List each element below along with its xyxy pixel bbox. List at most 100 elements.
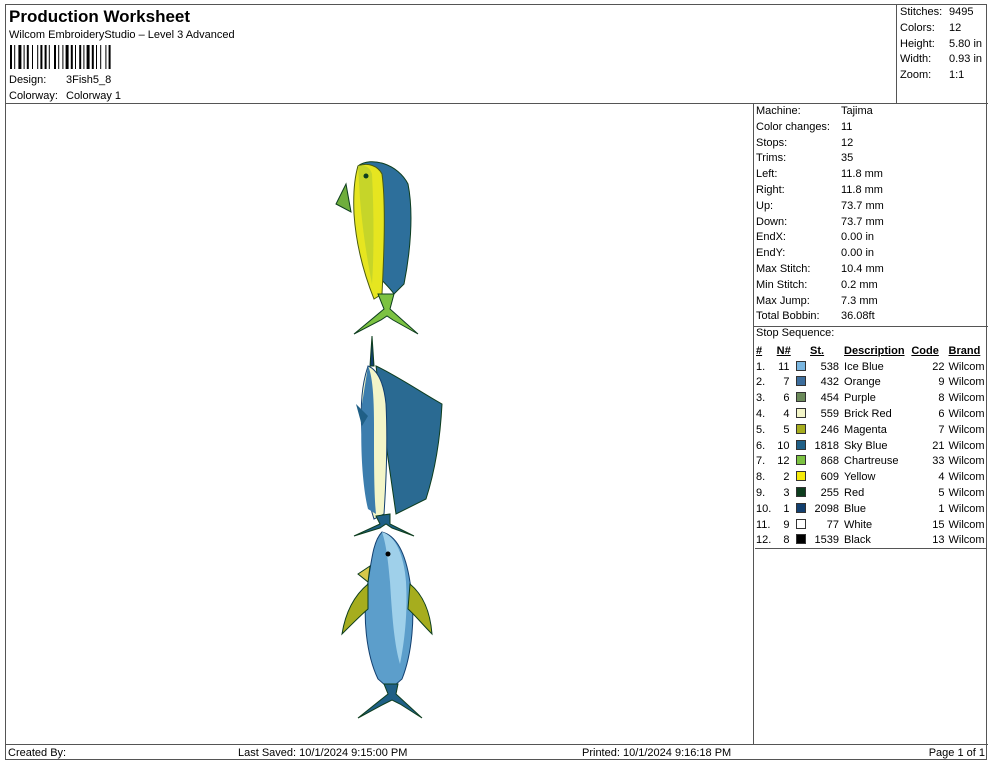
col-header-swatch (795, 343, 809, 359)
stop-row: 12. 8 1539 Black 13 Wilcom (755, 533, 987, 549)
spec-value: 0.00 in (841, 231, 875, 244)
stop-table-header: # N# St. Description Code Brand (755, 343, 987, 359)
needle-number: 6 (783, 392, 790, 405)
thread-brand: Wilcom (948, 408, 985, 421)
color-code: 13 (932, 534, 945, 547)
spec-value: 73.7 mm (841, 199, 884, 212)
stop-index: 1. (756, 360, 766, 373)
spec-label: Min Stitch: (756, 278, 808, 291)
color-swatch (795, 502, 806, 513)
needle-number: 4 (783, 408, 790, 421)
stitch-count: 246 (820, 423, 840, 436)
color-swatch (795, 534, 806, 545)
color-swatch (795, 376, 806, 387)
summary-label: Zoom: (900, 69, 932, 82)
color-code: 22 (932, 360, 945, 373)
color-code: 7 (938, 423, 945, 436)
color-description: Yellow (844, 471, 876, 484)
color-description: Red (844, 487, 865, 500)
spec-row: EndX: 0.00 in (756, 231, 988, 247)
summary-value: 1:1 (949, 69, 965, 82)
spec-label: Color changes: (756, 120, 830, 133)
color-code: 8 (938, 392, 945, 405)
worksheet-footer: Created By: Last Saved: 10/1/2024 9:15:0… (6, 744, 988, 760)
stop-index: 10. (756, 502, 772, 515)
thread-brand: Wilcom (948, 534, 985, 547)
spec-row: Max Stitch: 10.4 mm (756, 263, 988, 279)
stop-row: 5. 5 246 Magenta 7 Wilcom (755, 422, 987, 438)
color-swatch-cell (795, 517, 809, 533)
needle-number: 1 (783, 502, 790, 515)
color-description: White (844, 518, 873, 531)
thread-brand: Wilcom (948, 455, 985, 468)
color-description: Chartreuse (844, 455, 899, 468)
col-header-code: Code (911, 344, 939, 357)
color-description: Sky Blue (844, 439, 888, 452)
stop-row: 10. 1 2098 Blue 1 Wilcom (755, 501, 987, 517)
stitch-count: 454 (820, 392, 840, 405)
color-swatch-cell (795, 485, 809, 501)
spec-value: 10.4 mm (841, 262, 884, 275)
spec-row: Down: 73.7 mm (756, 216, 988, 232)
thread-brand: Wilcom (948, 376, 985, 389)
spec-row: Stops: 12 (756, 137, 988, 153)
thread-brand: Wilcom (948, 360, 985, 373)
color-code: 9 (938, 376, 945, 389)
spec-row: Min Stitch: 0.2 mm (756, 279, 988, 295)
color-description: Purple (844, 392, 876, 405)
stop-sequence-title: Stop Sequence: (756, 327, 835, 340)
thread-brand: Wilcom (948, 502, 985, 515)
barcode-image (10, 45, 111, 69)
spec-value: 11 (841, 120, 853, 133)
color-swatch-cell (795, 422, 809, 438)
stitch-count: 538 (820, 360, 840, 373)
color-code: 5 (938, 487, 945, 500)
stop-sequence-table: # N# St. Description Code Brand 1. 1 1 5 3 8 I… (755, 343, 987, 548)
color-code: 21 (932, 439, 945, 452)
color-code: 15 (932, 518, 945, 531)
color-swatch (795, 518, 806, 529)
stitch-count: 609 (820, 471, 840, 484)
color-code: 6 (938, 408, 945, 421)
machine-specs: Machine: Tajima Color changes: 11 Stops: 12… (754, 104, 988, 326)
summary-row: Stitches: 9495 (897, 6, 988, 22)
color-swatch-cell (795, 359, 809, 375)
color-swatch-cell (795, 390, 809, 406)
stitch-count: 1818 (814, 439, 840, 452)
stop-index: 12. (756, 534, 772, 547)
col-header-stitches: St. (810, 344, 825, 357)
machine-info-panel: Machine: Tajima Color changes: 11 Stops: 12… (754, 104, 988, 744)
stop-index: 3. (756, 392, 766, 405)
stop-index: 11. (756, 518, 771, 531)
summary-label: Height: (900, 37, 935, 50)
printed-date: Printed: 10/1/2024 9:16:18 PM (582, 747, 732, 759)
spec-value: Tajima (841, 105, 873, 117)
stop-index: 5. (756, 423, 766, 436)
stitch-count: 559 (820, 408, 840, 421)
color-description: Ice Blue (844, 360, 884, 373)
color-swatch-cell (795, 469, 809, 485)
spec-row: Color changes: 11 (756, 121, 988, 137)
color-swatch (795, 408, 806, 419)
worksheet-frame: Production Worksheet Wilcom EmbroiderySt… (5, 4, 988, 760)
summary-row: Height: 5.80 in (897, 38, 988, 54)
needle-number: 3 (783, 487, 790, 500)
color-swatch-cell (795, 438, 809, 454)
spec-label: Max Jump: (756, 294, 810, 307)
needle-number: 12 (777, 455, 790, 468)
design-value: 3Fish5_8 (66, 74, 112, 86)
sailfish-image (353, 335, 443, 537)
stop-index: 8. (756, 471, 766, 484)
summary-row: Width: 0.93 in (897, 53, 988, 69)
color-swatch (795, 455, 806, 466)
spec-value: 36.08ft (841, 310, 875, 323)
stitch-count: 2098 (814, 502, 840, 515)
color-swatch (795, 471, 806, 482)
needle-number: 8 (783, 534, 790, 547)
spec-label: Machine: (756, 105, 801, 117)
stop-row: 1. 11 538 Ice Blue 22 Wilcom (755, 359, 987, 375)
stop-row: 7. 12 868 Chartreuse 33 Wilcom (755, 454, 987, 470)
embroidery-design-image (335, 161, 443, 719)
summary-value: 12 (949, 21, 962, 34)
design-summary: Stitches: 9495 Colors: 12 Height: 5.80 in W… (896, 5, 988, 104)
